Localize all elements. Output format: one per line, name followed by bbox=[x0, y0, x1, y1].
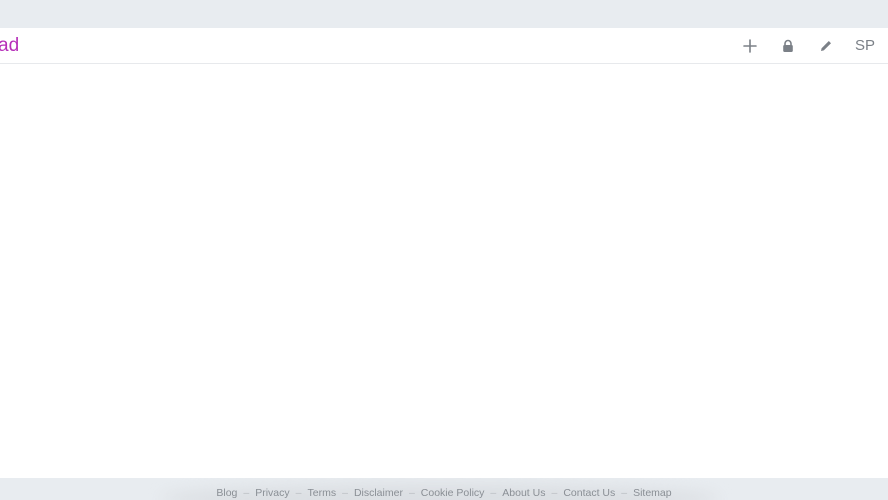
brand-logo[interactable]: ad bbox=[0, 36, 19, 56]
header-bar: ad SP bbox=[0, 28, 888, 64]
lock-button[interactable] bbox=[778, 36, 798, 56]
top-strip bbox=[0, 0, 888, 28]
footer-link-blog[interactable]: Blog bbox=[216, 487, 237, 499]
footer-link-sitemap[interactable]: Sitemap bbox=[633, 487, 672, 499]
edit-button[interactable] bbox=[816, 36, 836, 56]
footer-separator: – bbox=[295, 487, 302, 499]
lock-icon bbox=[783, 39, 793, 52]
footer-separator: – bbox=[490, 487, 497, 499]
footer-separator: – bbox=[551, 487, 558, 499]
footer-link-disclaimer[interactable]: Disclaimer bbox=[354, 487, 403, 499]
user-avatar[interactable]: SP bbox=[855, 36, 875, 56]
footer-link-privacy[interactable]: Privacy bbox=[255, 487, 289, 499]
footer-link-cookie-policy[interactable]: Cookie Policy bbox=[421, 487, 485, 499]
footer: Blog – Privacy – Terms – Disclaimer – Cookie Pol… bbox=[0, 478, 888, 500]
main-content bbox=[0, 64, 888, 478]
footer-separator: – bbox=[408, 487, 415, 499]
pencil-icon bbox=[821, 41, 831, 51]
footer-link-terms[interactable]: Terms bbox=[308, 487, 337, 499]
footer-link-contact-us[interactable]: Contact Us bbox=[563, 487, 615, 499]
footer-separator: – bbox=[621, 487, 628, 499]
footer-separator: – bbox=[342, 487, 348, 499]
footer-links: Blog – Privacy – Terms – Disclaimer – Cookie Pol… bbox=[0, 487, 888, 500]
footer-link-about-us[interactable]: About Us bbox=[502, 487, 545, 499]
plus-icon bbox=[743, 39, 757, 53]
footer-separator: – bbox=[243, 487, 250, 499]
add-button[interactable] bbox=[740, 36, 760, 56]
